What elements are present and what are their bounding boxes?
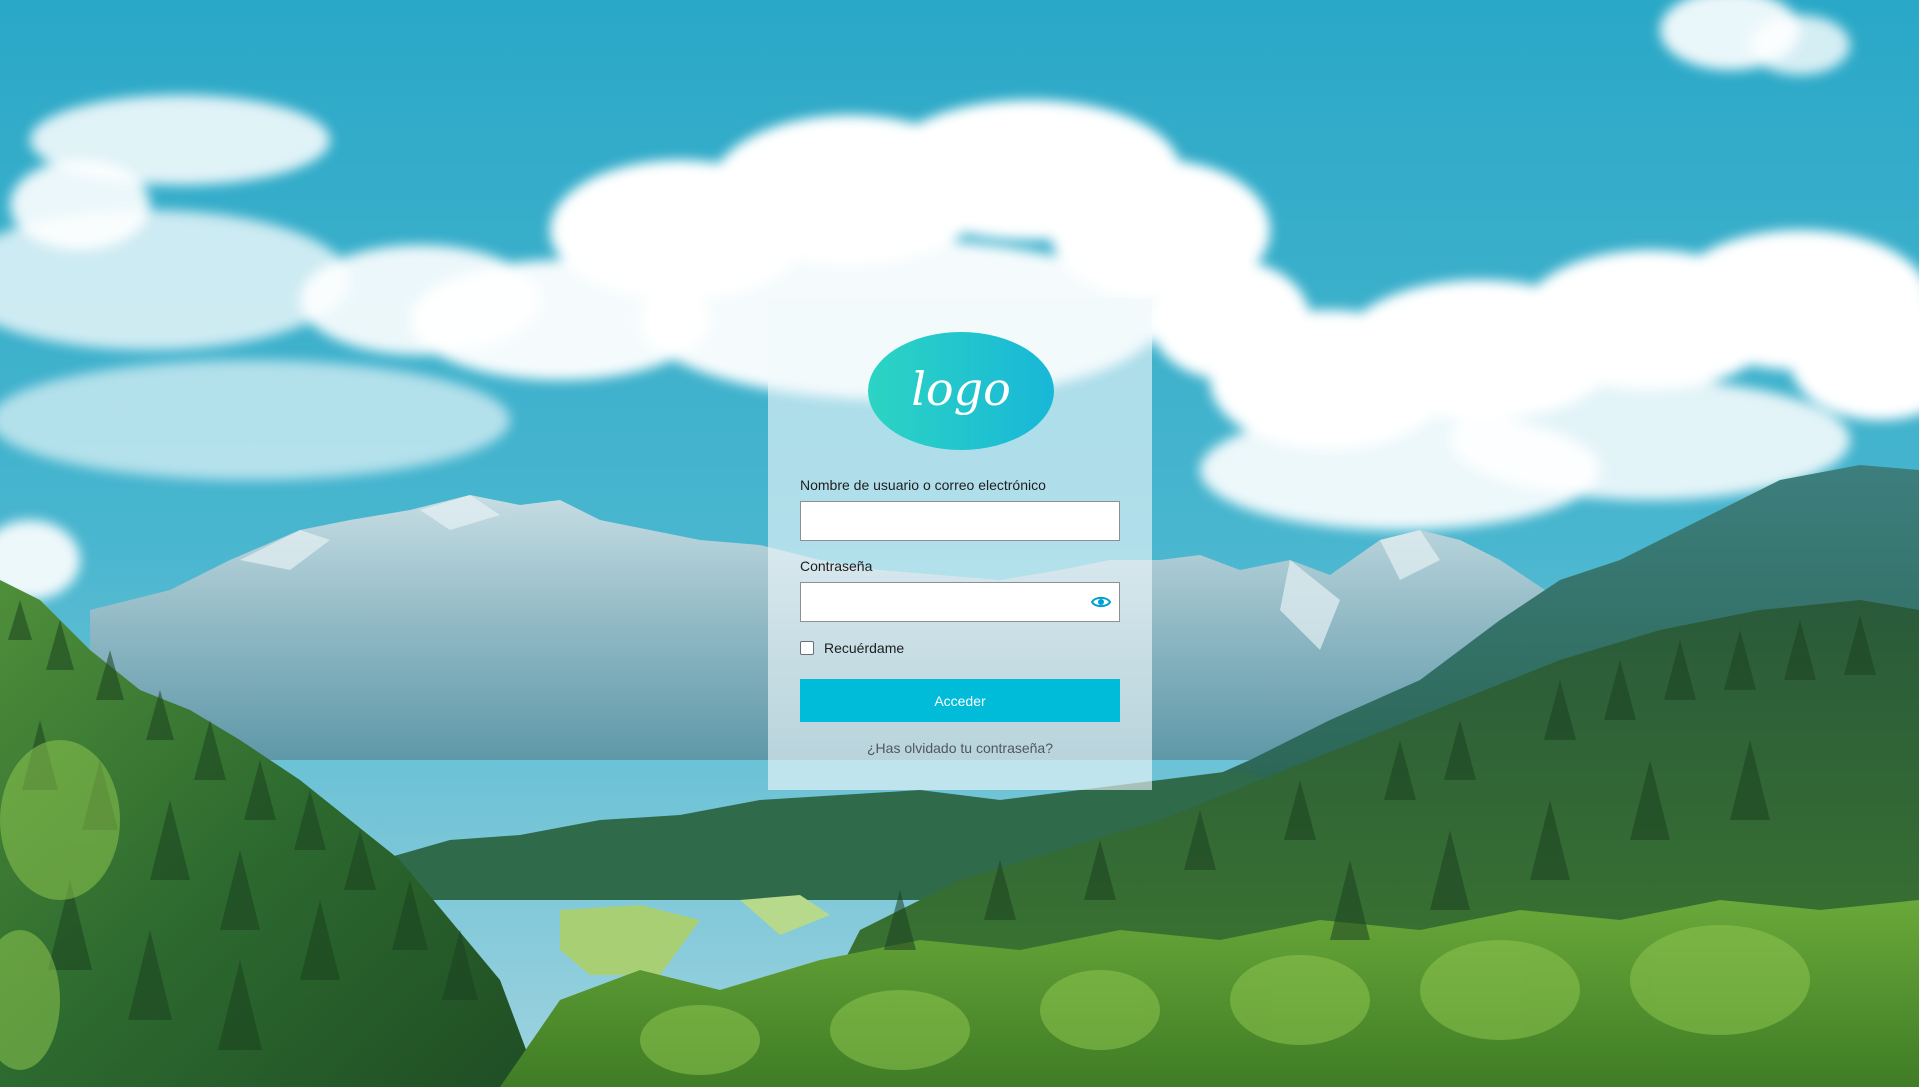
password-input[interactable] [800, 582, 1120, 622]
username-label: Nombre de usuario o correo electrónico [800, 477, 1046, 493]
logo-text: logo [911, 362, 1011, 416]
remember-label: Recuérdame [824, 640, 905, 656]
password-label: Contraseña [800, 558, 873, 574]
logo: logo [867, 331, 1055, 451]
username-input[interactable] [800, 501, 1120, 541]
login-button[interactable]: Acceder [800, 679, 1120, 722]
remember-me[interactable]: Recuérdame [800, 639, 904, 657]
remember-checkbox[interactable] [800, 641, 814, 655]
forgot-password-link[interactable]: ¿Has olvidado tu contraseña? [768, 740, 1152, 756]
login-card: logo Nombre de usuario o correo electrón… [768, 298, 1152, 790]
eye-icon[interactable] [1090, 593, 1112, 611]
